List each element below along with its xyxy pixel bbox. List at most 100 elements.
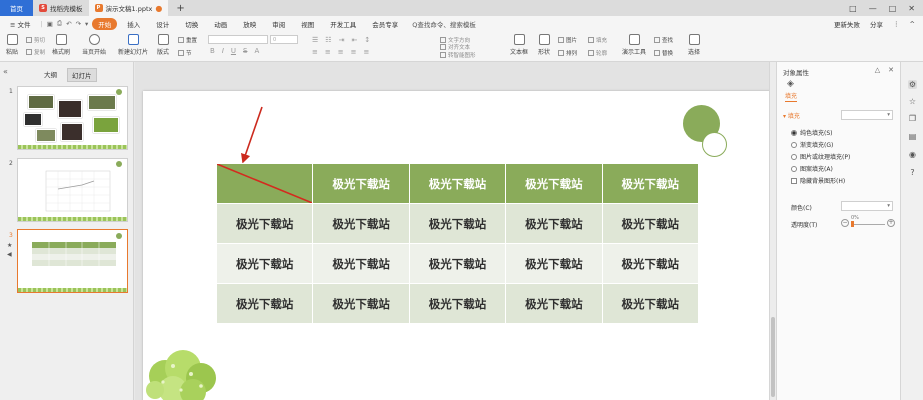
new-tab-button[interactable]: + (168, 0, 192, 16)
menu-view[interactable]: 视图 (295, 18, 320, 30)
demo-tools-button[interactable]: 演示工具 (622, 34, 646, 56)
print-icon[interactable]: ⎙ (57, 19, 62, 28)
collapse-ribbon-icon[interactable]: ^ (910, 20, 915, 28)
table-cell[interactable]: 极光下载站 (505, 283, 603, 324)
bold-icon[interactable]: B (210, 47, 215, 55)
align-right-icon[interactable]: ≡ (338, 48, 344, 56)
justify-icon[interactable]: ≡ (351, 48, 357, 56)
arrange-button[interactable]: 排列 (558, 49, 577, 57)
hide-background-option[interactable]: 隐藏背景图形(H) (791, 176, 845, 185)
font-name-input[interactable] (208, 35, 268, 44)
table-cell[interactable]: 极光下载站 (601, 243, 699, 284)
animation-icon[interactable]: ☆ (908, 97, 917, 106)
align-center-icon[interactable]: ≡ (325, 48, 331, 56)
command-search[interactable]: Q查找命令、搜索模板 (412, 19, 476, 29)
table-cell[interactable]: 极光下载站 (215, 243, 314, 284)
radio-solid[interactable] (791, 129, 797, 136)
slide-thumbnail-1[interactable] (17, 86, 128, 150)
copy-format-icon[interactable]: ❐ (908, 114, 917, 123)
textbox-button[interactable]: 文本框 (510, 34, 528, 56)
picture-fill-option[interactable]: 图片或纹理填充(P) (791, 152, 850, 161)
table-cell[interactable]: 极光下载站 (215, 203, 314, 244)
cut-button[interactable]: 剪切 (26, 36, 45, 44)
restore-layout-icon[interactable]: □ (849, 4, 857, 13)
help-icon[interactable]: ? (908, 168, 917, 177)
select-button[interactable]: 选择 (688, 34, 700, 56)
more-icon[interactable]: ⋮ (893, 20, 900, 28)
pattern-fill-option[interactable]: 图案填充(A) (791, 164, 833, 173)
close-pane-icon[interactable]: ✕ (888, 66, 894, 74)
table-cell[interactable]: 极光下载站 (505, 243, 603, 284)
font-color-icon[interactable]: A (254, 47, 259, 55)
share-button[interactable]: 分享 (870, 19, 883, 29)
menu-member[interactable]: 会员专享 (366, 18, 404, 30)
slide-thumbnail-2[interactable] (17, 158, 128, 222)
align-left-icon[interactable]: ≡ (312, 48, 318, 56)
line-spacing-icon[interactable]: ↕ (364, 36, 370, 44)
location-icon[interactable]: ◉ (908, 150, 917, 159)
redo-icon[interactable]: ↷ (76, 20, 81, 28)
collapse-pane-icon[interactable]: « (3, 67, 8, 76)
undo-icon[interactable]: ↶ (66, 20, 71, 28)
table-cell[interactable]: 极光下载站 (312, 283, 410, 324)
table-cell[interactable]: 极光下载站 (505, 203, 603, 244)
canvas-vertical-scrollbar[interactable] (769, 62, 776, 400)
data-table[interactable]: 极光下载站 极光下载站 极光下载站 极光下载站 极光下载站 极光下载站 极光下载… (215, 163, 699, 324)
update-status[interactable]: 更新失败 (834, 19, 860, 29)
table-cell[interactable]: 极光下载站 (601, 163, 699, 204)
align-text-button[interactable]: 对齐文本 (440, 43, 470, 51)
close-window-icon[interactable]: ✕ (908, 4, 915, 13)
table-cell[interactable]: 极光下载站 (505, 163, 603, 204)
quick-access-dropdown-icon[interactable]: ▾ (85, 20, 88, 28)
outdent-icon[interactable]: ⇤ (351, 36, 357, 44)
smart-graphic-button[interactable]: 转智能图形 (440, 51, 476, 59)
picture-button[interactable]: 图片 (558, 36, 577, 44)
table-cell[interactable]: 极光下载站 (312, 243, 410, 284)
minimize-icon[interactable]: — (869, 4, 877, 13)
paste-button[interactable]: 粘贴 (6, 34, 18, 56)
layout-button[interactable]: 版式 (157, 34, 169, 56)
bullets-icon[interactable]: ☰ (312, 36, 318, 44)
format-brush-button[interactable]: 格式刷 (52, 34, 70, 56)
fill-section-header[interactable]: ▾ 填充 (783, 111, 800, 120)
menu-slideshow[interactable]: 放映 (237, 18, 262, 30)
fill-tab[interactable]: 填充 (785, 91, 798, 102)
layout-panel-icon[interactable]: ▤ (908, 132, 917, 141)
find-button[interactable]: 查找 (654, 36, 673, 44)
fill-button[interactable]: 填充 (588, 36, 607, 44)
menu-developer[interactable]: 开发工具 (324, 18, 362, 30)
table-cell[interactable]: 极光下载站 (408, 203, 507, 244)
tab-slides[interactable]: 幻灯片 (67, 68, 97, 82)
italic-icon[interactable]: I (222, 47, 224, 55)
outline-button[interactable]: 轮廓 (588, 49, 607, 57)
radio-pattern[interactable] (791, 165, 797, 172)
hide-bg-checkbox[interactable] (791, 177, 797, 184)
table-cell[interactable]: 极光下载站 (408, 163, 507, 204)
strikethrough-icon[interactable]: S (243, 47, 247, 55)
play-from-current-button[interactable]: 当页开始 (82, 34, 106, 56)
menu-review[interactable]: 审阅 (266, 18, 291, 30)
font-size-input[interactable]: 0 (270, 35, 298, 44)
underline-icon[interactable]: U (231, 47, 236, 55)
table-cell[interactable]: 极光下载站 (601, 203, 699, 244)
radio-picture[interactable] (791, 153, 797, 160)
file-menu[interactable]: ≡ 文件 (4, 18, 37, 30)
tab-outline[interactable]: 大纲 (40, 68, 61, 82)
transparency-increase-button[interactable]: + (887, 219, 895, 227)
new-slide-button[interactable]: 新建幻灯片 (118, 34, 148, 56)
menu-animation[interactable]: 动画 (208, 18, 233, 30)
section-button[interactable]: 节 (178, 49, 192, 57)
table-cell[interactable]: 极光下载站 (601, 283, 699, 324)
numbering-icon[interactable]: ☷ (325, 36, 331, 44)
table-cell[interactable]: 极光下载站 (215, 283, 314, 324)
scrollbar-thumb[interactable] (771, 317, 775, 397)
maximize-icon[interactable]: □ (889, 4, 897, 13)
radio-gradient[interactable] (791, 141, 797, 148)
copy-button[interactable]: 复制 (26, 48, 45, 56)
properties-icon[interactable]: ⚙ (908, 80, 917, 89)
save-icon[interactable]: ▣ (47, 20, 53, 28)
slide-3[interactable]: 极光下载站 极光下载站 极光下载站 极光下载站 极光下载站 极光下载站 极光下载… (143, 91, 772, 400)
home-tab[interactable]: 首页 (0, 0, 33, 16)
gradient-fill-option[interactable]: 渐变填充(G) (791, 140, 833, 149)
menu-design[interactable]: 设计 (150, 18, 175, 30)
